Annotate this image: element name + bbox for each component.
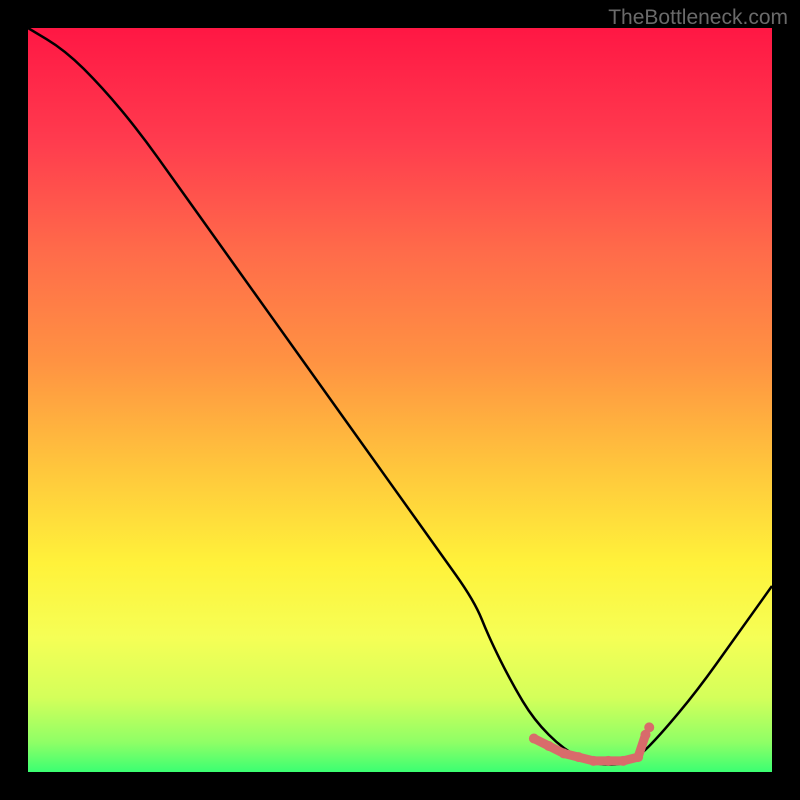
bottleneck-curve	[28, 28, 772, 772]
watermark-text: TheBottleneck.com	[608, 6, 788, 30]
chart-container	[28, 28, 772, 772]
